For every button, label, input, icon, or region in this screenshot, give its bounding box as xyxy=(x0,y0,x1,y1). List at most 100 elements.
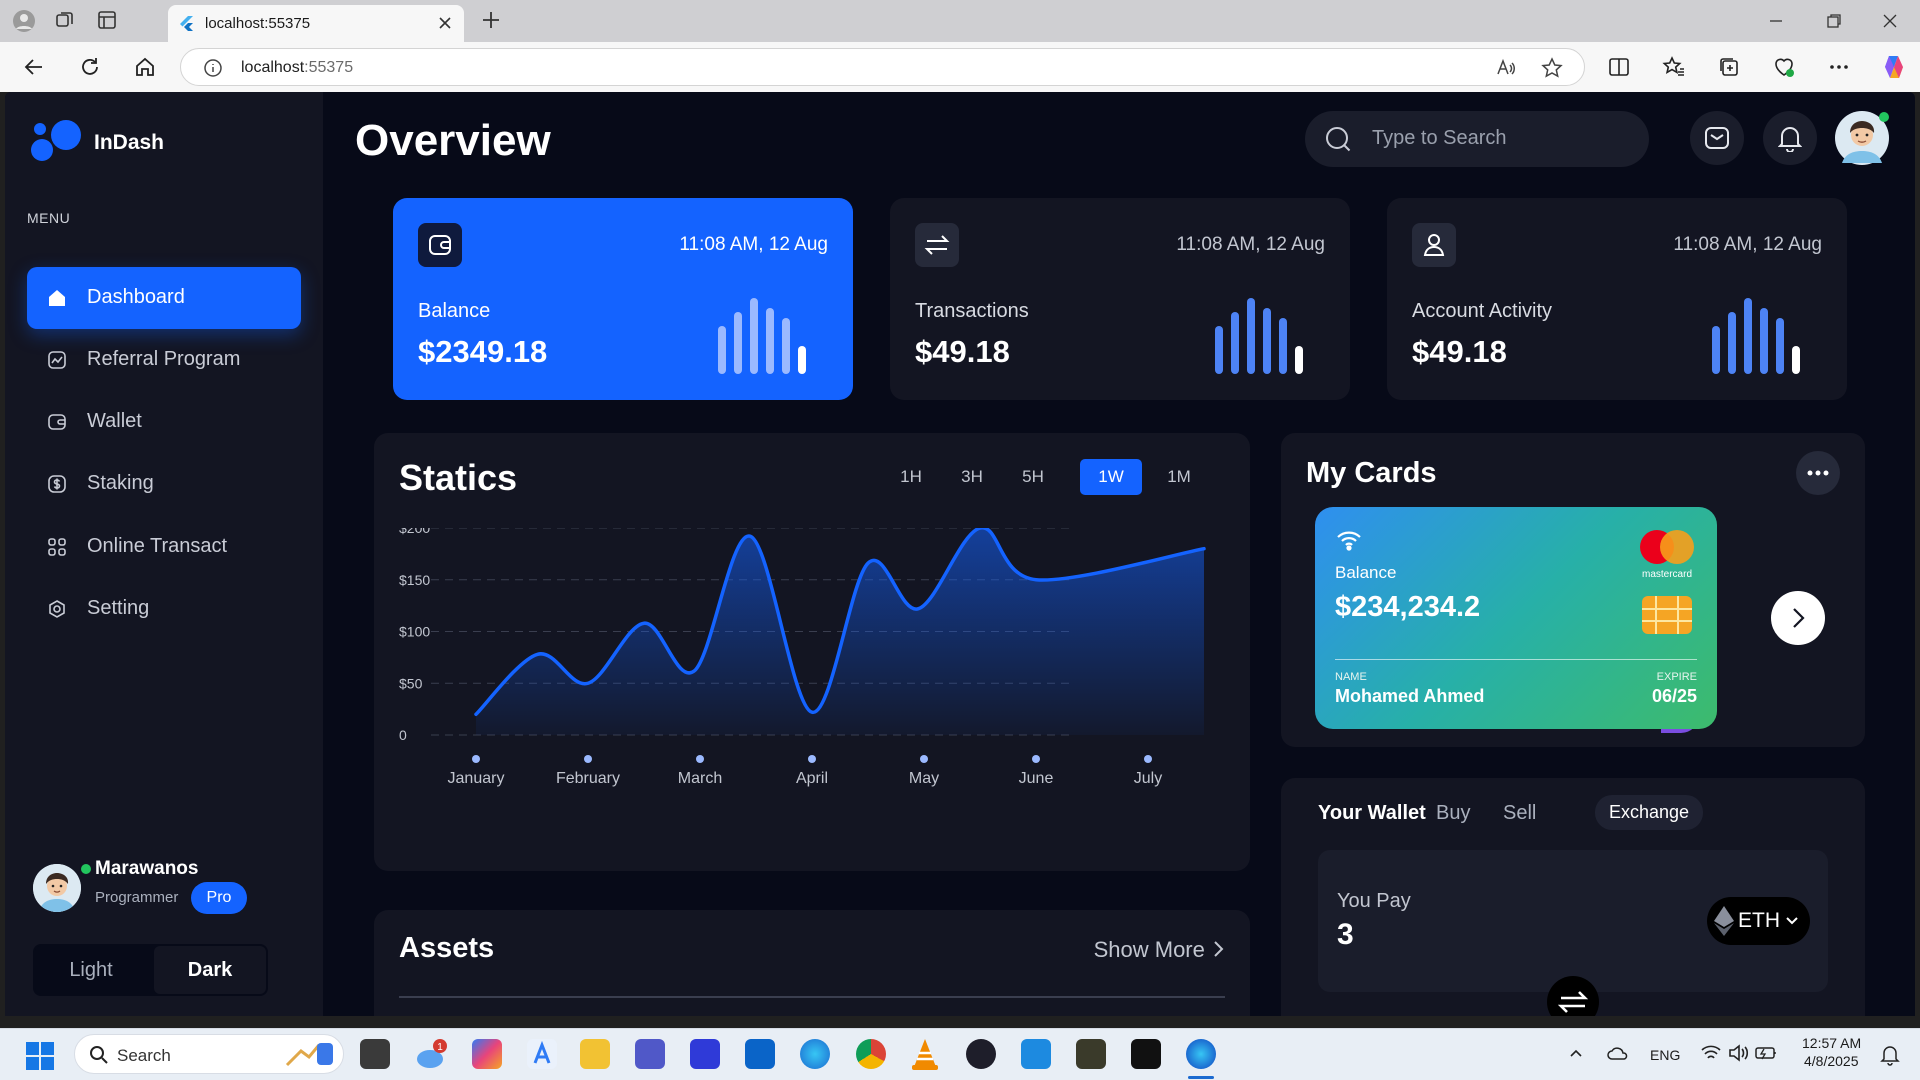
you-pay-amount[interactable]: 3 xyxy=(1337,918,1354,952)
sidebar-item-referral-program[interactable]: Referral Program xyxy=(27,329,301,391)
notifications-button[interactable] xyxy=(1763,111,1817,165)
theme-toggle: Light Dark xyxy=(33,944,268,996)
browser-tab-bar: localhost:55375 xyxy=(0,0,1920,42)
onedrive-icon[interactable] xyxy=(1606,1043,1630,1063)
taskbar-app-icon[interactable] xyxy=(360,1039,390,1069)
reload-icon[interactable] xyxy=(78,55,102,79)
stat-value: $2349.18 xyxy=(418,334,548,369)
card-chip-icon xyxy=(1641,595,1693,635)
wallet-tab-exchange[interactable]: Exchange xyxy=(1595,795,1704,830)
browser-tab[interactable]: localhost:55375 xyxy=(168,5,464,42)
more-options-icon[interactable] xyxy=(1827,55,1851,79)
read-aloud-icon[interactable] xyxy=(1495,57,1517,79)
wallet-tab-buy[interactable]: Buy xyxy=(1436,802,1470,825)
copilot-icon[interactable] xyxy=(1880,53,1908,81)
favorite-star-icon[interactable] xyxy=(1541,57,1563,79)
active-app-indicator xyxy=(1188,1076,1214,1079)
currency-select[interactable]: ETH xyxy=(1707,897,1810,945)
jetbrains-icon[interactable] xyxy=(1131,1039,1161,1069)
range-1w[interactable]: 1W xyxy=(1080,459,1142,495)
card-balance-value: $234,234.2 xyxy=(1335,591,1481,623)
sidebar-item-setting[interactable]: Setting xyxy=(27,578,301,640)
browser-essentials-icon[interactable] xyxy=(1772,55,1796,79)
next-card-button[interactable] xyxy=(1771,591,1825,645)
chrome-icon[interactable] xyxy=(856,1039,886,1069)
outlook-icon[interactable] xyxy=(745,1039,775,1069)
statics-panel: Statics 1H 3H 5H 1W 1M 0 $50 $100 $150 $200 J… xyxy=(374,433,1250,871)
avatar xyxy=(33,864,81,912)
sidebar-item-label: Dashboard xyxy=(87,286,185,308)
notification-bell-icon[interactable] xyxy=(1880,1044,1900,1066)
volume-icon[interactable] xyxy=(1727,1043,1749,1063)
taskbar-time[interactable]: 12:57 AM xyxy=(1802,1035,1861,1051)
range-1m[interactable]: 1M xyxy=(1154,459,1204,495)
stat-card-transactions[interactable]: 11:08 AM, 12 Aug Transactions $49.18 xyxy=(890,198,1350,400)
workspaces-icon[interactable] xyxy=(54,9,76,31)
new-tab-icon[interactable] xyxy=(480,9,502,31)
home-icon[interactable] xyxy=(133,55,157,79)
edge-icon[interactable] xyxy=(1186,1039,1216,1069)
battery-icon[interactable] xyxy=(1754,1044,1778,1062)
credit-card[interactable]: Balance $234,234.2 mastercard NAME Moham… xyxy=(1315,507,1717,729)
back-icon[interactable] xyxy=(22,55,46,79)
assets-title: Assets xyxy=(399,932,495,964)
range-3h[interactable]: 3H xyxy=(947,459,997,495)
weather-app-icon[interactable]: 1 xyxy=(414,1037,450,1071)
copilot-app-icon[interactable] xyxy=(472,1039,502,1069)
show-more-link[interactable]: Show More xyxy=(1094,937,1225,963)
range-1h[interactable]: 1H xyxy=(886,459,936,495)
chevron-up-icon[interactable] xyxy=(1568,1045,1584,1061)
theme-light-option[interactable]: Light xyxy=(35,946,147,994)
user-profile[interactable]: Marawanos Programmer Pro xyxy=(33,858,247,914)
contactless-icon xyxy=(1335,529,1363,551)
teams-icon[interactable] xyxy=(635,1039,665,1069)
stat-card-balance[interactable]: 11:08 AM, 12 Aug Balance $2349.18 xyxy=(393,198,853,400)
vscode-icon[interactable] xyxy=(1021,1039,1051,1069)
stat-bars-icon xyxy=(1215,298,1325,374)
card-divider xyxy=(1335,659,1697,660)
dev-tool-icon[interactable] xyxy=(690,1039,720,1069)
search-input[interactable]: Type to Search xyxy=(1305,111,1649,167)
sidebar-item-staking[interactable]: Staking xyxy=(27,453,301,515)
edge-dev-icon[interactable] xyxy=(800,1039,830,1069)
header-avatar[interactable] xyxy=(1835,111,1889,165)
favorites-icon[interactable] xyxy=(1662,55,1686,79)
minimize-icon[interactable] xyxy=(1766,11,1786,31)
cards-more-button[interactable] xyxy=(1796,451,1840,495)
taskbar-date[interactable]: 4/8/2025 xyxy=(1804,1053,1859,1069)
close-window-icon[interactable] xyxy=(1880,11,1900,31)
file-explorer-icon[interactable] xyxy=(580,1039,610,1069)
sidebar-item-online-transact[interactable]: Online Transact xyxy=(27,516,301,578)
close-tab-icon[interactable] xyxy=(436,14,454,32)
profile-icon[interactable] xyxy=(12,9,36,33)
sidebar-item-dashboard[interactable]: Dashboard xyxy=(27,267,301,329)
windows-start-icon[interactable] xyxy=(26,1042,54,1070)
collections-icon[interactable] xyxy=(1717,55,1741,79)
store-app-icon[interactable] xyxy=(527,1039,557,1069)
taskbar-search-label: Search xyxy=(117,1046,171,1065)
stat-card-account-activity[interactable]: 11:08 AM, 12 Aug Account Activity $49.18 xyxy=(1387,198,1847,400)
taskbar-search[interactable]: Search xyxy=(74,1034,344,1074)
x-tick-label: June xyxy=(1019,770,1054,787)
wifi-icon[interactable] xyxy=(1700,1043,1722,1063)
app-icon[interactable] xyxy=(1076,1039,1106,1069)
swap-direction-button[interactable] xyxy=(1547,976,1599,1016)
restore-icon[interactable] xyxy=(1824,11,1844,31)
wallet-tab-sell[interactable]: Sell xyxy=(1503,802,1536,825)
messages-button[interactable] xyxy=(1690,111,1744,165)
x-tick-dot xyxy=(1032,755,1040,763)
vlc-icon[interactable] xyxy=(910,1037,940,1071)
language-indicator[interactable]: ENG xyxy=(1650,1047,1680,1063)
site-info-icon[interactable] xyxy=(203,58,223,78)
range-5h[interactable]: 5H xyxy=(1008,459,1058,495)
sidebar-item-wallet[interactable]: Wallet xyxy=(27,391,301,453)
eclipse-icon[interactable] xyxy=(966,1039,996,1069)
x-tick-label: March xyxy=(678,770,722,787)
show-more-label: Show More xyxy=(1093,937,1205,962)
address-bar[interactable]: localhost:55375 xyxy=(180,48,1585,86)
tab-actions-icon[interactable] xyxy=(96,9,118,31)
theme-dark-option[interactable]: Dark xyxy=(154,946,266,994)
x-tick-label: February xyxy=(556,770,620,787)
split-screen-icon[interactable] xyxy=(1607,55,1631,79)
app-window: InDash MENU Dashboard Referral Program W… xyxy=(5,92,1915,1016)
